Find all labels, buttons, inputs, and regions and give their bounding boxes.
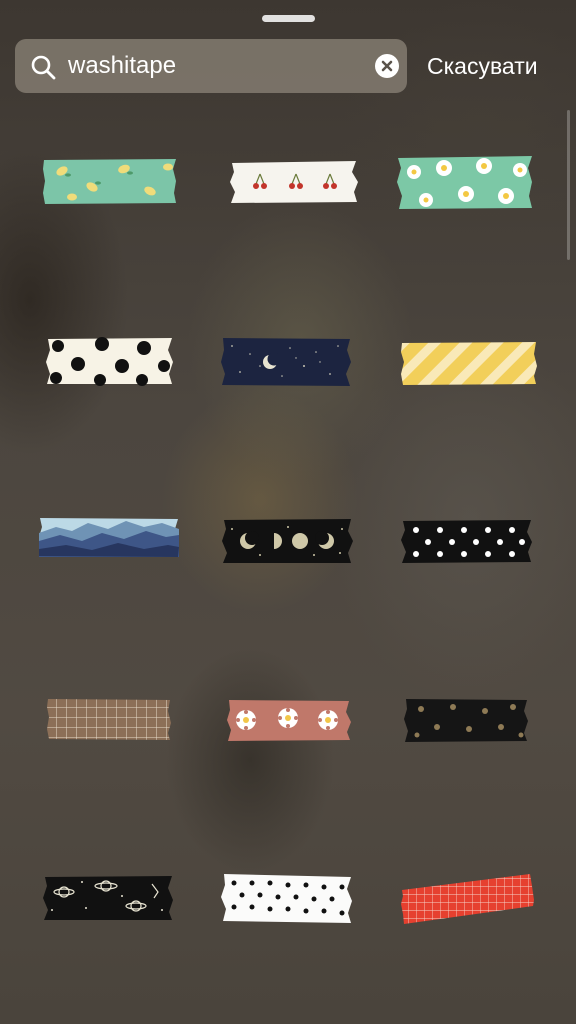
sticker-red-grid-tape[interactable] (400, 870, 536, 926)
sticker-yellow-stripe-tape[interactable] (400, 340, 538, 386)
drag-handle[interactable] (262, 15, 315, 22)
sticker-black-brown-dots-tape[interactable] (403, 697, 529, 743)
sticker-terracotta-daisy-tape[interactable] (226, 698, 352, 742)
scrollbar[interactable] (567, 110, 570, 260)
cancel-button[interactable]: Скасувати (427, 51, 538, 81)
clear-icon (381, 60, 393, 72)
sticker-moon-phases-tape[interactable] (220, 517, 354, 565)
sticker-space-planets-tape[interactable] (42, 874, 174, 922)
clear-search-button[interactable] (375, 54, 399, 78)
sticker-mountain-tape[interactable] (38, 515, 180, 559)
sticker-daisy-mint-tape[interactable] (396, 154, 534, 210)
sticker-brown-grid-tape[interactable] (46, 697, 172, 741)
sticker-lemon-tape[interactable] (42, 157, 178, 205)
sticker-black-white-dots-tape[interactable] (400, 518, 534, 564)
search-input[interactable]: washitape (68, 51, 176, 81)
sticker-white-black-dots-tape[interactable] (220, 871, 354, 925)
search-icon (31, 55, 56, 80)
sticker-polka-cream-tape[interactable] (44, 336, 174, 386)
sticker-cherry-tape[interactable] (228, 160, 360, 204)
sticker-night-moon-tape[interactable] (220, 336, 352, 388)
